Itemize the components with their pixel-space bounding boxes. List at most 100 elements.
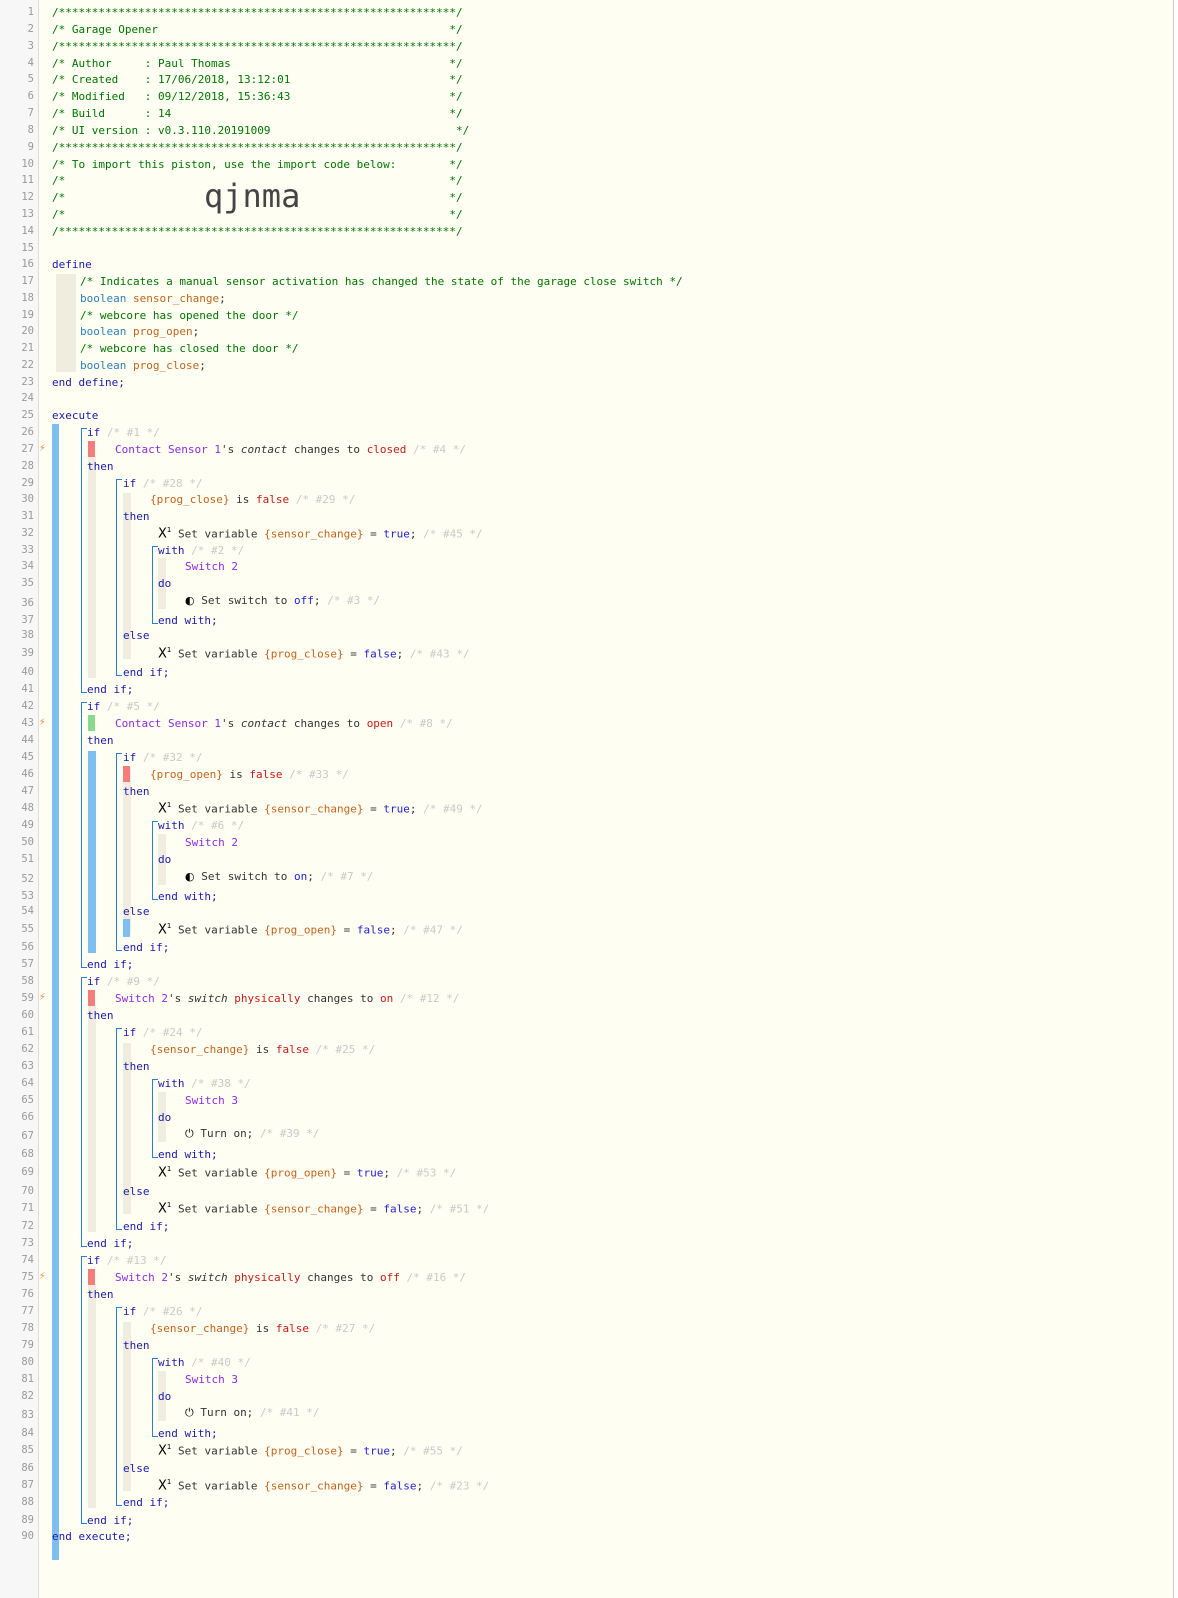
code-editor: /***************************************… [39,0,1174,1598]
line-number: 40 [21,666,34,678]
variable-ref: {sensor_change} [264,802,364,816]
equals: = [370,527,377,541]
code-line: then [87,458,114,475]
value: true [363,1444,390,1458]
line-number: 47 [21,785,34,797]
set-variable-label[interactable]: Set variable [178,647,257,660]
device-name[interactable]: Switch 3 [185,1373,238,1386]
action-label[interactable]: Set switch to [201,870,287,883]
statement-id: /* #25 */ [315,1043,376,1056]
code-line: /* Build : 14 */ [52,105,463,122]
operator: is [236,493,250,506]
line-number: 21 [21,342,34,354]
if-keyword[interactable]: if [87,700,100,713]
if-keyword[interactable]: if [87,426,100,439]
with-keyword[interactable]: with [158,544,185,557]
code-line: Switch 2 [185,834,238,851]
line-number: 81 [21,1373,34,1385]
import-code: qjnma [204,177,301,215]
code-line: /* Created : 17/06/2018, 13:12:01 */ [52,71,463,88]
line-number: 73 [21,1237,34,1249]
if-keyword[interactable]: if [123,751,136,764]
device-name[interactable]: Switch 2 [115,992,168,1005]
code-line: else [123,1183,150,1200]
block-bracket [116,1307,122,1506]
set-variable-label[interactable]: Set variable [178,802,257,815]
statement-id: /* #6 */ [191,819,245,832]
code-line: with /* #6 */ [158,817,244,834]
with-keyword[interactable]: with [158,819,185,832]
operator: is [255,1322,270,1335]
statement-id: /* #41 */ [259,1406,320,1419]
device-name[interactable]: Contact Sensor 1 [115,717,221,730]
attribute-name: switch [187,1271,228,1284]
line-number: 79 [21,1339,34,1351]
set-variable-label[interactable]: Set variable [178,1202,257,1215]
statement-id: /* #33 */ [289,768,349,781]
then-keyword: then [123,510,150,523]
code-token: ; [416,1202,424,1216]
variable-name: prog_open [132,325,193,338]
value: on [379,992,394,1005]
with-keyword[interactable]: with [158,1356,185,1369]
variable-icon: X1 [158,646,172,662]
value: false [249,768,283,781]
with-keyword[interactable]: with [158,1077,185,1090]
else-keyword: else [123,905,150,918]
value: on [293,870,308,883]
power-icon: ⏻ [185,1406,194,1419]
line-number: 71 [21,1202,34,1214]
action-label[interactable]: Turn on; [200,1406,253,1419]
code-line: X1 Set variable {prog_open} = true; /* #… [158,1161,456,1181]
code-line: X1 Set variable {sensor_change} = false;… [158,1474,489,1494]
operator: changes to [293,443,361,456]
variable-ref: {prog_open} [264,1166,337,1180]
equals: = [350,647,357,661]
operator: changes to [307,1271,374,1284]
execute-status-bar [52,424,59,1560]
if-keyword[interactable]: if [123,1026,136,1039]
line-number: 35 [21,577,34,589]
if-keyword[interactable]: if [123,1305,136,1318]
set-variable-label[interactable]: Set variable [178,923,257,936]
line-number: 77 [21,1305,34,1317]
code-line: ⏻ Turn on; /* #39 */ [185,1125,320,1142]
value: off [293,594,314,607]
statement-id: /* #24 */ [142,1026,203,1039]
line-number: 64 [21,1077,34,1089]
define-block-shade [56,274,76,372]
set-variable-label[interactable]: Set variable [178,1444,257,1457]
if-keyword[interactable]: if [87,1254,100,1267]
line-number: 88 [21,1496,34,1508]
status-marker-green [88,715,95,731]
value: true [356,1166,384,1180]
set-variable-label[interactable]: Set variable [178,1479,257,1492]
header-comment: /***************************************… [52,141,463,154]
if-keyword[interactable]: if [123,477,136,490]
device-name[interactable]: Switch 3 [185,1094,238,1107]
statement-id: /* #8 */ [399,717,453,730]
statement-id: /* #3 */ [327,594,381,607]
device-name[interactable]: Switch 2 [185,836,238,849]
then-keyword: then [123,1339,150,1352]
set-variable-label[interactable]: Set variable [178,1166,257,1179]
line-number: 6 [27,90,34,102]
equals: = [343,1166,351,1180]
code-line: Switch 2's switch physically changes to … [115,990,459,1007]
statement-id: /* #40 */ [191,1356,251,1369]
statement-id: /* #9 */ [106,975,160,988]
device-name[interactable]: Contact Sensor 1 [115,443,221,456]
code-line: end with; [158,612,218,629]
code-line: then [123,1337,150,1354]
attribute-name: switch [187,992,228,1005]
set-variable-label[interactable]: Set variable [178,527,257,540]
action-label[interactable]: Turn on; [200,1127,253,1140]
value: false [275,1043,309,1056]
line-number: 22 [21,359,34,371]
line-number: 33 [21,544,34,556]
action-label[interactable]: Set switch to [201,594,287,607]
device-name[interactable]: Switch 2 [185,560,238,573]
device-name[interactable]: Switch 2 [115,1271,168,1284]
if-keyword[interactable]: if [87,975,100,988]
equals: = [350,1444,357,1458]
